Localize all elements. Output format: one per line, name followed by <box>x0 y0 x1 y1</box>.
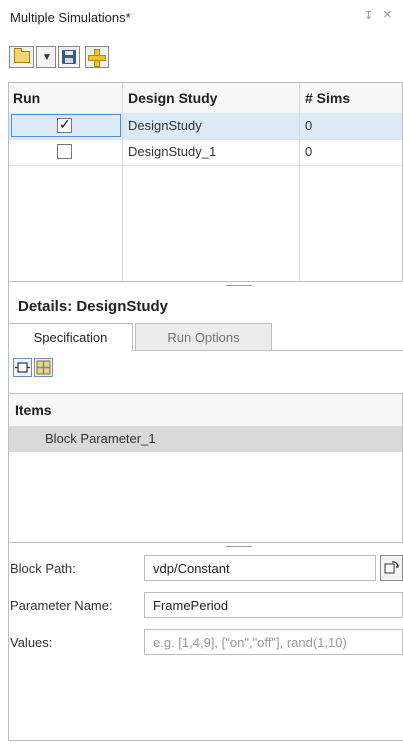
block-path-label: Block Path: <box>10 561 76 576</box>
table-row[interactable]: DesignStudy_1 0 <box>9 139 402 166</box>
item-label[interactable]: Block Parameter_1 <box>45 431 156 446</box>
folder-icon <box>14 48 30 63</box>
table-header: Run Design Study # Sims <box>9 83 402 114</box>
column-header-sims[interactable]: # Sims <box>305 90 350 106</box>
run-checkbox[interactable] <box>57 144 72 159</box>
open-dropdown-button[interactable]: ▼ <box>36 46 56 68</box>
sims-count: 0 <box>305 144 313 159</box>
block-parameter-icon <box>15 362 30 373</box>
splitter-handle[interactable] <box>8 282 403 290</box>
design-study-table: Run Design Study # Sims ✓ DesignStudy 0 … <box>8 82 403 282</box>
add-parameter-combination-button[interactable] <box>34 358 53 377</box>
parameter-name-field[interactable] <box>144 592 403 618</box>
panel-title-bar: Multiple Simulations* ↧ × <box>0 0 403 36</box>
save-icon <box>62 50 76 64</box>
save-button[interactable] <box>58 46 80 68</box>
items-table: Items Block Parameter_1 <box>8 393 403 543</box>
values-label: Values: <box>10 635 53 650</box>
tab-run-options[interactable]: Run Options <box>135 323 272 351</box>
browse-block-button[interactable] <box>380 555 403 581</box>
add-design-study-button[interactable] <box>85 46 109 68</box>
design-study-name[interactable]: DesignStudy <box>128 118 202 133</box>
block-path-field[interactable] <box>144 555 376 581</box>
details-tab-bar: Specification Run Options <box>8 323 403 351</box>
open-button[interactable] <box>9 46 34 68</box>
chevron-down-icon: ▼ <box>42 52 52 63</box>
grid-icon <box>36 360 51 375</box>
parameter-name-label: Parameter Name: <box>10 598 113 613</box>
tab-specification[interactable]: Specification <box>8 323 133 351</box>
items-header: Items <box>9 394 402 427</box>
column-header-design-study[interactable]: Design Study <box>128 90 217 106</box>
table-row[interactable]: ✓ DesignStudy 0 <box>9 113 402 140</box>
close-icon[interactable]: × <box>383 6 392 23</box>
details-title: Details: DesignStudy <box>18 298 169 315</box>
add-block-parameter-button[interactable] <box>13 358 32 377</box>
checkmark-icon: ✓ <box>59 116 71 132</box>
column-header-run[interactable]: Run <box>13 90 40 106</box>
panel-title: Multiple Simulations* <box>10 10 131 25</box>
sims-count: 0 <box>305 118 313 133</box>
values-field[interactable] <box>144 629 403 655</box>
browse-icon <box>384 561 399 574</box>
items-header-label: Items <box>15 402 52 418</box>
list-item[interactable]: Block Parameter_1 <box>9 426 402 452</box>
run-checkbox[interactable]: ✓ <box>57 116 72 133</box>
pin-icon[interactable]: ↧ <box>364 9 373 22</box>
design-study-name[interactable]: DesignStudy_1 <box>128 144 216 159</box>
splitter-handle[interactable] <box>8 543 403 551</box>
